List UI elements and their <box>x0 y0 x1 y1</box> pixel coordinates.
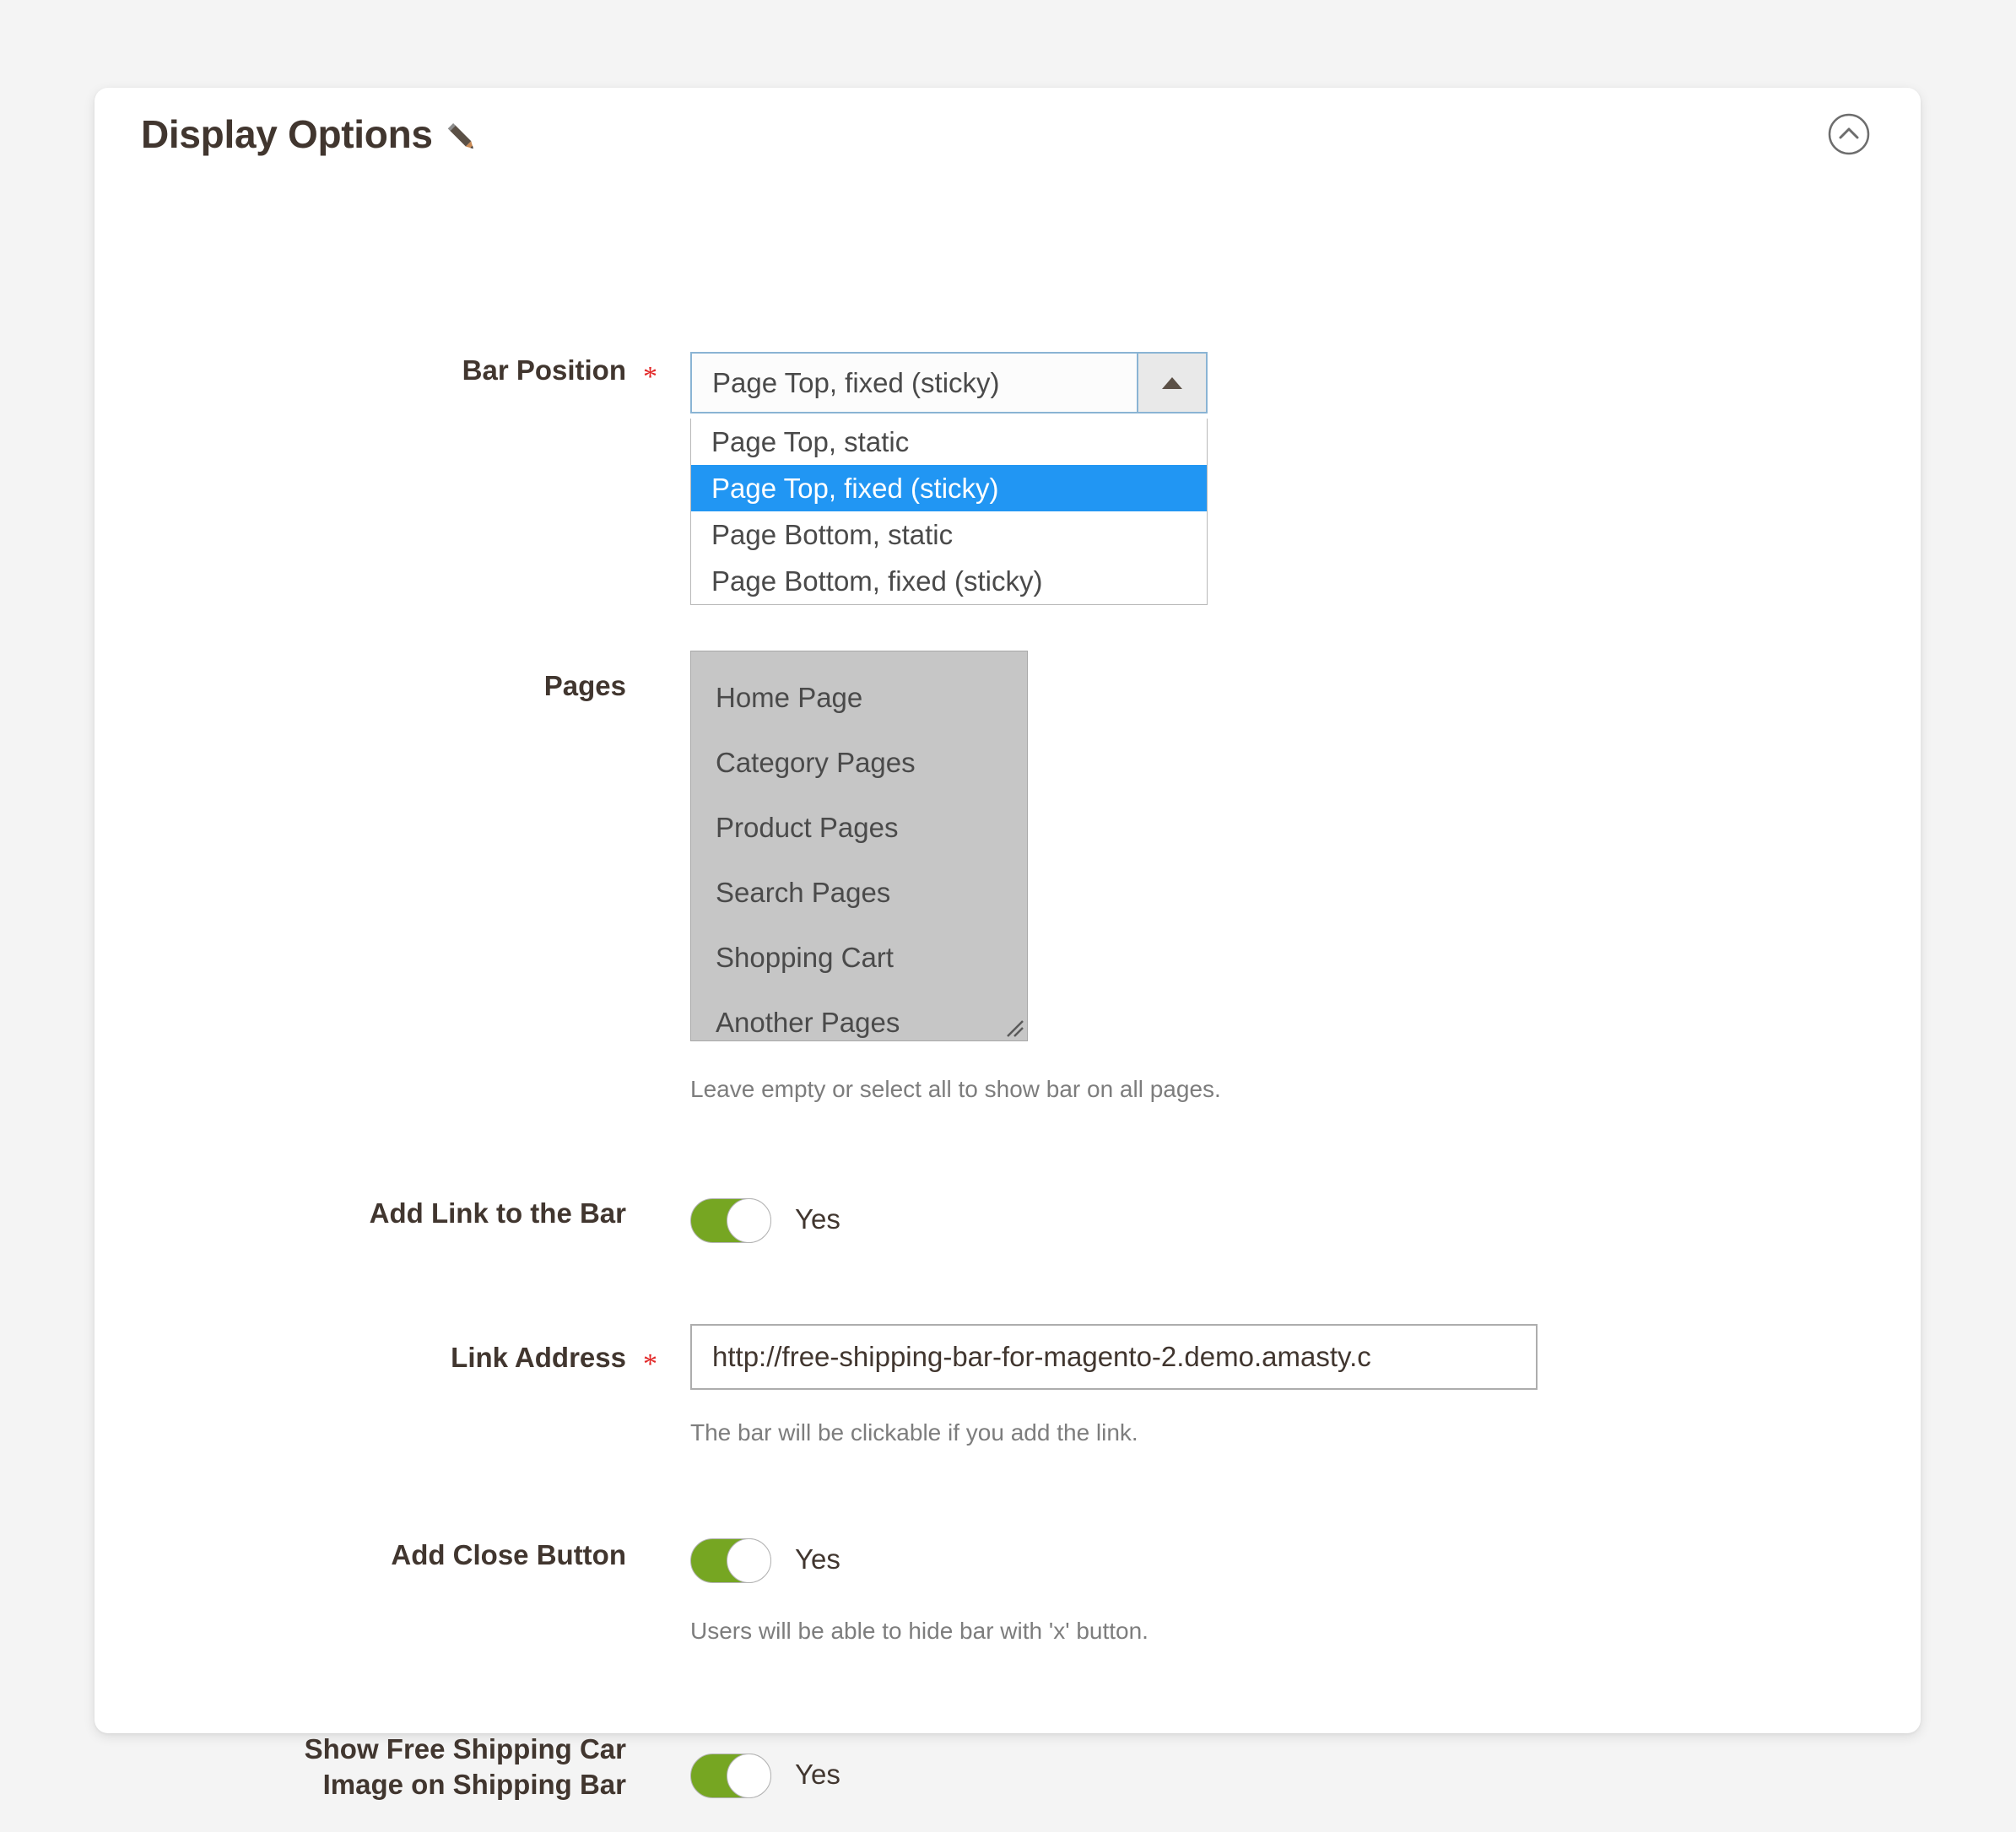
link-address-label: Link Address <box>451 1342 626 1373</box>
show-car-image-toggle[interactable] <box>690 1754 771 1798</box>
add-close-button-label: Add Close Button <box>391 1539 626 1570</box>
chevron-up-circle-icon[interactable] <box>1826 111 1872 157</box>
add-link-toggle-value: Yes <box>795 1203 840 1235</box>
page-title: Display Options <box>141 112 433 156</box>
option-item[interactable]: Page Top, static <box>691 419 1207 465</box>
list-item[interactable]: Home Page <box>691 665 1027 730</box>
bar-position-label: Bar Position <box>462 354 626 386</box>
list-item[interactable]: Shopping Cart <box>691 925 1027 990</box>
pencil-icon[interactable] <box>442 118 481 157</box>
triangle-up-icon <box>1162 376 1182 389</box>
toggle-knob <box>727 1538 771 1583</box>
pages-multiselect[interactable]: Home Page Category Pages Product Pages S… <box>690 651 1028 1041</box>
panel-header: Display Options <box>95 88 1921 206</box>
link-address-input[interactable]: http://free-shipping-bar-for-magento-2.d… <box>690 1324 1538 1390</box>
resize-handle-icon[interactable] <box>1003 1017 1025 1039</box>
option-item[interactable]: Page Bottom, static <box>691 511 1207 558</box>
toggle-knob <box>727 1754 771 1798</box>
select-arrow-up-icon[interactable] <box>1137 354 1206 412</box>
show-car-image-toggle-value: Yes <box>795 1759 840 1790</box>
list-item[interactable]: Category Pages <box>691 730 1027 795</box>
show-car-image-label-line1: Show Free Shipping Car <box>304 1733 626 1764</box>
add-link-toggle[interactable] <box>690 1198 771 1243</box>
toggle-knob <box>727 1198 771 1243</box>
option-item[interactable]: Page Bottom, fixed (sticky) <box>691 558 1207 604</box>
pages-note: Leave empty or select all to show bar on… <box>690 1076 1221 1102</box>
show-car-image-label-line2: Image on Shipping Bar <box>322 1769 626 1800</box>
list-item[interactable]: Product Pages <box>691 795 1027 860</box>
option-item-selected[interactable]: Page Top, fixed (sticky) <box>691 465 1207 511</box>
list-item[interactable]: Another Pages <box>691 990 1027 1040</box>
add-link-label: Add Link to the Bar <box>369 1197 626 1229</box>
bar-position-option-list[interactable]: Page Top, static Page Top, fixed (sticky… <box>690 419 1208 605</box>
pages-label: Pages <box>543 670 626 701</box>
list-item[interactable]: Search Pages <box>691 860 1027 925</box>
add-close-button-toggle-value: Yes <box>795 1543 840 1575</box>
bar-position-required-star: * <box>643 361 657 392</box>
add-close-button-toggle[interactable] <box>690 1538 771 1583</box>
add-close-button-note: Users will be able to hide bar with 'x' … <box>690 1618 1149 1644</box>
link-address-value: http://free-shipping-bar-for-magento-2.d… <box>712 1341 1371 1372</box>
link-address-note: The bar will be clickable if you add the… <box>690 1419 1138 1446</box>
link-address-required-star: * <box>643 1348 657 1380</box>
bar-position-select[interactable]: Page Top, fixed (sticky) <box>690 352 1208 413</box>
display-options-panel: Display Options Bar Position * Page Top,… <box>95 88 1921 1800</box>
screenshot-root: Display Options Bar Position * Page Top,… <box>0 0 2016 1832</box>
bar-position-selected-value: Page Top, fixed (sticky) <box>712 366 1000 398</box>
